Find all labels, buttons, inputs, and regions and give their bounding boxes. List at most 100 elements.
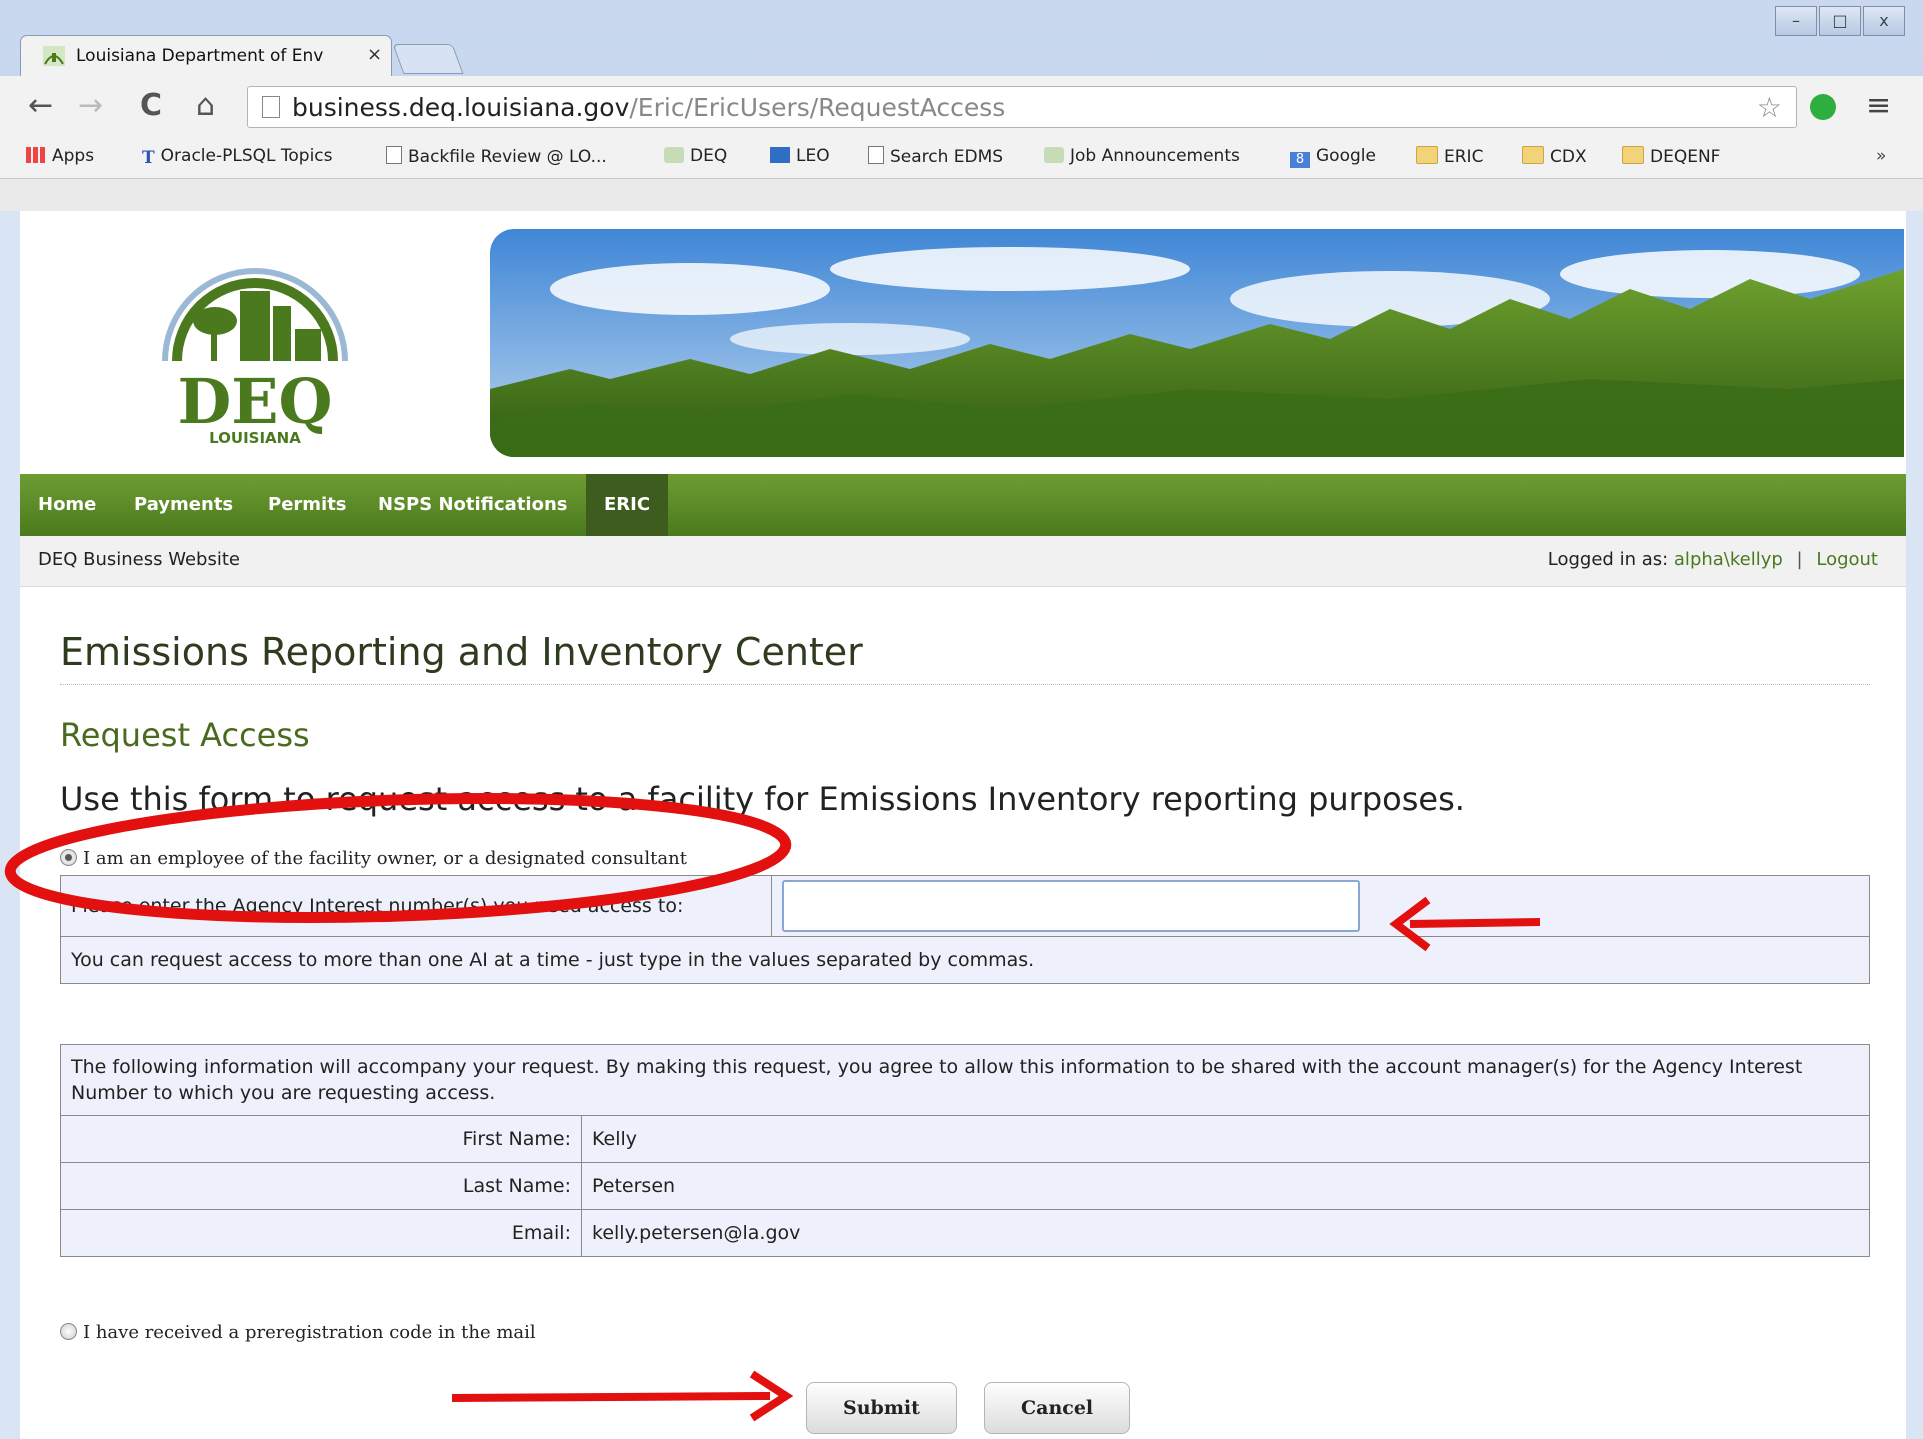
employee-radio[interactable]: [60, 849, 77, 866]
address-bar[interactable]: business.deq.louisiana.gov/Eric/EricUser…: [247, 86, 1797, 128]
username-link[interactable]: alpha\kellyp: [1674, 549, 1783, 570]
section-title: Request Access: [60, 716, 310, 754]
deq-favicon-icon: [1044, 147, 1064, 163]
bookmark-label: Apps: [52, 146, 95, 166]
nav-home[interactable]: Home: [20, 474, 114, 536]
page-top-gap: [0, 179, 1923, 211]
url-text: business.deq.louisiana.gov/Eric/EricUser…: [292, 93, 1005, 122]
maximize-icon[interactable]: □: [1819, 6, 1861, 36]
bookmark-deq[interactable]: DEQ: [664, 146, 727, 166]
reload-icon[interactable]: C: [140, 88, 162, 123]
nav-nsps-notifications[interactable]: NSPS Notifications: [360, 474, 585, 536]
close-icon[interactable]: x: [1863, 6, 1905, 36]
employee-option[interactable]: I am an employee of the facility owner, …: [60, 848, 687, 869]
main-navbar: Home Payments Permits NSPS Notifications…: [20, 474, 1906, 536]
deq-favicon-icon: [43, 46, 65, 66]
page-left-edge: [0, 211, 20, 1439]
login-info: Logged in as: alpha\kellyp | Logout: [1548, 549, 1878, 570]
bookmark-label: ERIC: [1444, 147, 1484, 167]
bookmark-oracle[interactable]: T Oracle-PLSQL Topics: [142, 146, 333, 168]
bookmarks-overflow-icon[interactable]: »: [1876, 146, 1886, 166]
bookmark-job-announcements[interactable]: Job Announcements: [1044, 146, 1240, 166]
folder-icon: [1416, 146, 1438, 164]
site-name: DEQ Business Website: [38, 549, 240, 570]
url-path: /Eric/EricUsers/RequestAccess: [629, 93, 1006, 122]
agency-interest-input[interactable]: [782, 880, 1360, 932]
tab-title: Louisiana Department of Env: [76, 46, 324, 66]
email-label: Email:: [60, 1209, 582, 1257]
tab-close-icon[interactable]: ×: [367, 44, 382, 65]
ai-hint: You can request access to more than one …: [60, 936, 1870, 984]
bookmark-label: Search EDMS: [890, 147, 1004, 167]
logo-text: DEQ: [177, 365, 332, 438]
page-icon: [868, 146, 884, 164]
email-value: kelly.petersen@la.gov: [581, 1209, 1870, 1257]
bookmark-google[interactable]: 8 Google: [1290, 146, 1376, 168]
folder-icon: [1622, 146, 1644, 164]
bookmark-label: Job Announcements: [1070, 146, 1240, 166]
first-name-value: Kelly: [581, 1115, 1870, 1163]
apps-grid-icon: [26, 147, 46, 163]
precode-option-label: I have received a preregistration code i…: [83, 1322, 536, 1343]
bookmark-eric[interactable]: ERIC: [1416, 146, 1483, 167]
nav-permits[interactable]: Permits: [250, 474, 365, 536]
google-icon: 8: [1290, 152, 1310, 168]
home-icon[interactable]: ⌂: [196, 88, 215, 123]
logo-subtext: LOUISIANA: [209, 429, 301, 447]
bookmark-label: Backfile Review @ LO...: [408, 147, 607, 167]
browser-toolbar: ← → C ⌂ business.deq.louisiana.gov/Eric/…: [0, 76, 1923, 138]
subheader-bar: DEQ Business Website Logged in as: alpha…: [20, 536, 1906, 587]
cancel-button[interactable]: Cancel: [984, 1382, 1131, 1434]
forward-icon[interactable]: →: [78, 88, 103, 123]
bookmark-label: DEQ: [690, 146, 728, 166]
browser-tab[interactable]: Louisiana Department of Env ×: [20, 35, 392, 77]
forest-banner-image: [490, 229, 1904, 457]
bookmark-label: DEQENF: [1650, 147, 1721, 167]
precode-option[interactable]: I have received a preregistration code i…: [60, 1322, 536, 1343]
bookmark-label: CDX: [1550, 147, 1587, 167]
intro-text: Use this form to request access to a fac…: [60, 780, 1465, 818]
bookmark-star-icon[interactable]: ☆: [1757, 91, 1782, 124]
submit-button[interactable]: Submit: [806, 1382, 957, 1434]
extension-icon[interactable]: [1810, 94, 1836, 120]
form-buttons: Submit Cancel: [806, 1382, 1152, 1434]
logout-link[interactable]: Logout: [1816, 549, 1878, 570]
page-icon: [262, 96, 280, 118]
deq-logo: DEQ LOUISIANA: [162, 268, 348, 447]
ai-request-table: Please enter the Agency Interest number(…: [60, 875, 1870, 984]
sharing-notice: The following information will accompany…: [60, 1044, 1870, 1116]
bookmarks-bar: Apps T Oracle-PLSQL Topics Backfile Revie…: [0, 138, 1923, 179]
bookmark-search-edms[interactable]: Search EDMS: [868, 146, 1003, 167]
info-row-first-name: First Name: Kelly: [60, 1115, 1870, 1163]
nav-eric[interactable]: ERIC: [586, 474, 669, 536]
bookmark-leo[interactable]: LEO: [770, 146, 830, 166]
precode-radio[interactable]: [60, 1323, 77, 1340]
bookmark-label: LEO: [796, 146, 830, 166]
first-name-label: First Name:: [60, 1115, 582, 1163]
info-row-last-name: Last Name: Petersen: [60, 1162, 1870, 1210]
folder-icon: [1522, 146, 1544, 164]
bookmark-apps[interactable]: Apps: [26, 146, 94, 166]
separator: |: [1796, 549, 1803, 570]
site-banner: DEQ LOUISIANA: [20, 211, 1906, 474]
bookmark-cdx[interactable]: CDX: [1522, 146, 1587, 167]
deq-favicon-icon: [664, 147, 684, 163]
last-name-value: Petersen: [581, 1162, 1870, 1210]
employee-option-label: I am an employee of the facility owner, …: [83, 848, 687, 869]
new-tab-button[interactable]: [392, 44, 464, 74]
nav-payments[interactable]: Payments: [116, 474, 251, 536]
sap-icon: [770, 147, 790, 163]
back-icon[interactable]: ←: [28, 88, 53, 123]
t-logo-icon: T: [142, 148, 155, 168]
ai-prompt-label: Please enter the Agency Interest number(…: [60, 875, 772, 937]
bookmark-label: Google: [1316, 146, 1376, 166]
window-controls: – □ x: [1773, 6, 1905, 36]
menu-icon[interactable]: ≡: [1866, 88, 1891, 123]
page-right-edge: [1906, 211, 1923, 1439]
bookmark-deqenf[interactable]: DEQENF: [1622, 146, 1720, 167]
last-name-label: Last Name:: [60, 1162, 582, 1210]
bookmark-backfile[interactable]: Backfile Review @ LO...: [386, 146, 607, 167]
page-title: Emissions Reporting and Inventory Center: [60, 630, 1870, 685]
user-info-table: The following information will accompany…: [60, 1044, 1870, 1257]
minimize-icon[interactable]: –: [1775, 6, 1817, 36]
